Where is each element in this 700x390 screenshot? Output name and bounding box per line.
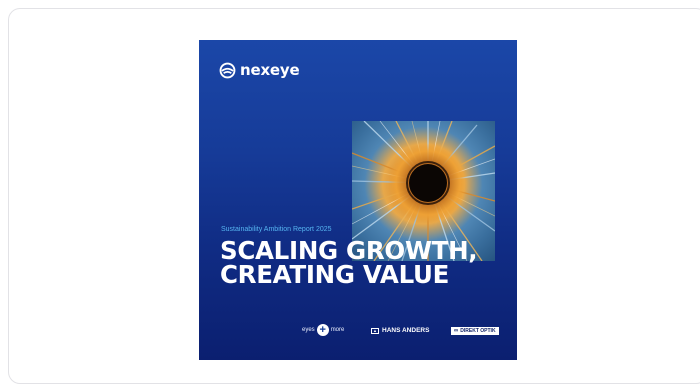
eyes-more-right-text: more <box>330 327 345 333</box>
nexeye-logo-icon <box>219 62 236 79</box>
eyes-more-left-text: eyes <box>302 327 315 333</box>
headline-line-2: CREATING VALUE <box>220 260 450 289</box>
glasses-icon: ∞ <box>454 328 459 334</box>
direkt-optik-logo: ∞ DIREKT OPTIK <box>451 327 499 335</box>
partner-logos: eyes + more ▲ HANS ANDERS ∞ DIREKT OPTIK <box>299 323 499 341</box>
report-subtitle: Sustainability Ambition Report 2025 <box>221 226 332 233</box>
brand-name: nexeye <box>240 61 300 79</box>
brand-logo: nexeye <box>219 61 300 79</box>
report-cover-image[interactable]: nexeye Sustainability Ambition Report 20… <box>199 40 517 360</box>
report-headline: SCALING GROWTH, CREATING VALUE <box>220 238 478 289</box>
eyes-more-logo: eyes + more <box>302 324 344 336</box>
plus-icon: + <box>316 324 329 336</box>
hans-anders-logo: ▲ HANS ANDERS <box>371 327 429 334</box>
hans-anders-icon: ▲ <box>371 327 379 334</box>
direkt-optik-text: DIREKT OPTIK <box>460 328 496 334</box>
hans-anders-text: HANS ANDERS <box>382 327 430 334</box>
